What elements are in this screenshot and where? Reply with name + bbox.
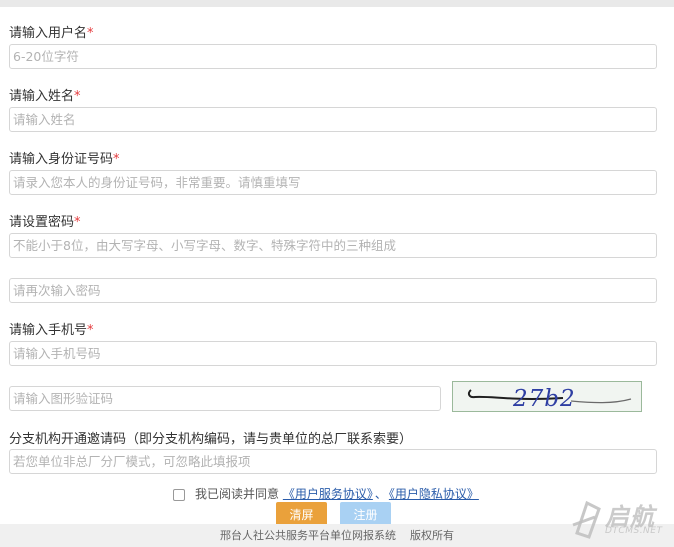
phone-label: 请输入手机号* bbox=[9, 319, 94, 338]
footer-text: 邢台人社公共服务平台单位网报系统 版权所有 bbox=[220, 529, 454, 542]
idcard-label: 请输入身份证号码* bbox=[9, 148, 120, 167]
password-label: 请设置密码* bbox=[9, 211, 81, 230]
realname-input[interactable] bbox=[9, 107, 657, 132]
required-mark: * bbox=[87, 26, 94, 41]
captcha-image[interactable]: 27b2 bbox=[452, 381, 642, 412]
service-agreement-link[interactable]: 《用户服务协议》 bbox=[283, 487, 373, 501]
username-input[interactable] bbox=[9, 44, 657, 69]
phone-label-text: 请输入手机号 bbox=[9, 323, 88, 338]
register-button[interactable]: 注册 bbox=[340, 502, 391, 526]
captcha-input[interactable] bbox=[9, 386, 441, 411]
required-mark: * bbox=[113, 152, 120, 167]
privacy-agreement-link[interactable]: 《用户隐私协议》 bbox=[389, 487, 479, 501]
required-mark: * bbox=[87, 323, 94, 338]
username-label-text: 请输入用户名 bbox=[9, 26, 88, 41]
captcha-code: 27b2 bbox=[512, 386, 576, 411]
phone-input[interactable] bbox=[9, 341, 657, 366]
watermark: 启航 DTCMS.NET bbox=[569, 497, 664, 541]
agreement-separator: 、 bbox=[374, 487, 387, 501]
idcard-input[interactable] bbox=[9, 170, 657, 195]
password-input[interactable] bbox=[9, 233, 657, 258]
agreement-checkbox[interactable] bbox=[173, 488, 185, 501]
watermark-logo-icon bbox=[572, 500, 601, 539]
password-confirm-input[interactable] bbox=[9, 278, 657, 303]
agreement-row: 我已阅读并同意 《用户服务协议》、《用户隐私协议》 bbox=[173, 485, 479, 502]
reset-button[interactable]: 清屏 bbox=[276, 502, 327, 526]
invite-label: 分支机构开通邀请码（即分支机构编码，请与贵单位的总厂联系索要） bbox=[9, 432, 413, 447]
agreement-text: 我已阅读并同意 bbox=[195, 487, 280, 501]
password-label-text: 请设置密码 bbox=[9, 215, 75, 230]
idcard-label-text: 请输入身份证号码 bbox=[9, 152, 114, 167]
required-mark: * bbox=[74, 89, 81, 104]
realname-label-text: 请输入姓名 bbox=[9, 89, 75, 104]
invite-input[interactable] bbox=[9, 449, 657, 474]
username-label: 请输入用户名* bbox=[9, 22, 94, 41]
required-mark: * bbox=[74, 215, 81, 230]
captcha-graphic: 27b2 bbox=[467, 386, 632, 412]
top-bar bbox=[0, 0, 674, 7]
watermark-sub-text: DTCMS.NET bbox=[605, 526, 663, 536]
realname-label: 请输入姓名* bbox=[9, 85, 81, 104]
